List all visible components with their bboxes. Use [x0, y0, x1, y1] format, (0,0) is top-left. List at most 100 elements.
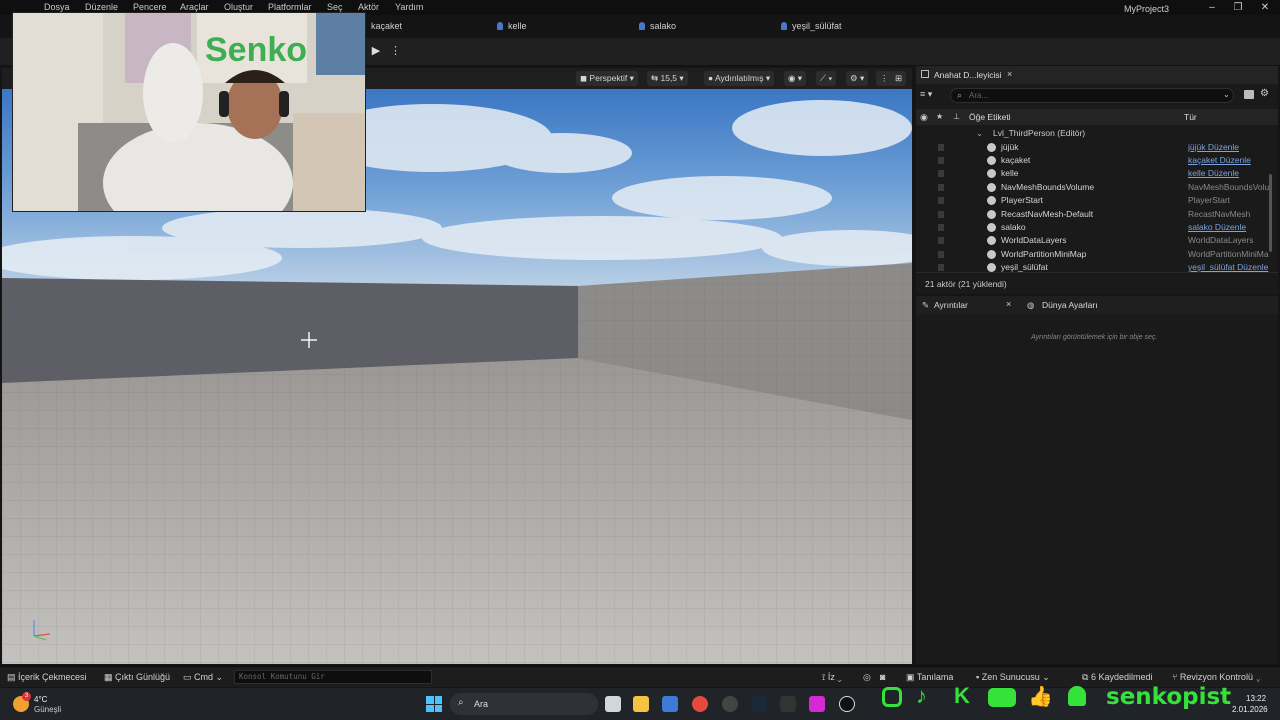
close-icon[interactable]: ✕ — [1258, 2, 1272, 14]
menu-select[interactable]: Seç — [327, 2, 343, 12]
outliner-row[interactable]: WorldPartitionMiniMap WorldPartitionMiniM… — [916, 248, 1278, 261]
console-command-input[interactable]: Konsol Komutunu Gir — [234, 670, 432, 684]
visibility-toggle-icon[interactable] — [938, 170, 944, 178]
tab-user-salako[interactable]: salako — [639, 21, 676, 31]
menu-tools[interactable]: Araçlar — [180, 2, 209, 12]
steam-icon[interactable] — [751, 696, 767, 712]
camera-icon[interactable]: ◙ — [880, 672, 885, 682]
transform-tool-icon[interactable]: ⟋ ▾ — [816, 71, 837, 86]
cmd-dropdown[interactable]: ▭ Cmd ⌄ — [183, 672, 223, 683]
chrome-icon[interactable] — [692, 696, 708, 712]
epic-games-icon[interactable] — [780, 696, 796, 712]
store-icon[interactable] — [662, 696, 678, 712]
zen-server-button[interactable]: ▪ Zen Sunucusu ⌄ — [976, 672, 1050, 683]
outliner-row[interactable]: NavMeshBoundsVolume NavMeshBoundsVolu — [916, 181, 1278, 194]
perspective-dropdown[interactable]: ◼ Perspektif ▾ — [576, 71, 638, 86]
search-dropdown-icon[interactable]: ⌄ — [1223, 90, 1230, 99]
outliner-tab[interactable]: Anahat D...leyicisi × — [916, 66, 1278, 84]
outliner-row[interactable]: PlayerStart PlayerStart — [916, 194, 1278, 207]
outliner-row[interactable]: salako salako Düzenle — [916, 221, 1278, 234]
visibility-toggle-icon[interactable] — [938, 237, 944, 245]
outliner-row-label: WorldDataLayers — [1001, 235, 1067, 246]
settings-gear-icon[interactable]: ⚙ ▾ — [846, 71, 869, 86]
webcam-overlay: Senko — [12, 12, 366, 212]
outliner-row[interactable]: WorldDataLayers WorldDataLayers — [916, 234, 1278, 247]
tab-details[interactable]: Ayrıntılar — [934, 300, 968, 310]
play-button[interactable]: ▶ — [366, 44, 386, 58]
favorite-star-icon[interactable]: ★ — [936, 112, 943, 121]
level-row[interactable]: ⌄ Lvl_ThirdPerson (Editör) — [916, 127, 1278, 140]
menu-help[interactable]: Yardım — [395, 2, 423, 12]
edit-blueprint-link[interactable]: kelle Düzenle — [1188, 167, 1274, 180]
layout-grid-icon[interactable]: ⊞ — [891, 71, 907, 86]
lighting-dropdown[interactable]: ● Aydınlatılmış ▾ — [704, 71, 775, 86]
unsaved-button[interactable]: ⧉ 6 Kaydedilmedi — [1082, 672, 1152, 683]
show-eye-icon[interactable]: ◉ ▾ — [784, 71, 807, 86]
tab-world-settings[interactable]: Dünya Ayarları — [1042, 300, 1098, 310]
visibility-toggle-icon[interactable] — [938, 264, 944, 272]
actor-icon — [987, 209, 996, 219]
thumbs-up-icon: 👍 — [1028, 686, 1053, 708]
visibility-toggle-icon[interactable] — [938, 223, 944, 231]
outliner-row[interactable]: jüjük jüjük Düzenle — [916, 141, 1278, 154]
visibility-toggle-icon[interactable] — [938, 250, 944, 258]
app-icon[interactable] — [722, 696, 738, 712]
trace-dropdown[interactable]: ⟟ İz ⌄ — [822, 672, 842, 683]
unreal-engine-icon[interactable] — [839, 696, 855, 712]
expand-icon[interactable]: ⌄ — [976, 127, 983, 140]
maximize-icon[interactable]: ❐ — [1231, 2, 1245, 14]
output-log-button[interactable]: ▦ Çıktı Günlüğü — [104, 672, 170, 683]
visibility-toggle-icon[interactable] — [938, 183, 944, 191]
search-icon: ⌕ — [957, 90, 963, 100]
menu-window[interactable]: Pencere — [133, 2, 167, 12]
task-view-icon[interactable] — [605, 696, 621, 712]
file-explorer-icon[interactable] — [633, 696, 649, 712]
outliner-settings-icon[interactable]: ⚙ — [1260, 88, 1269, 99]
outliner-row[interactable]: RecastNavMesh-Default RecastNavMesh — [916, 208, 1278, 221]
visibility-toggle-icon[interactable] — [938, 197, 944, 205]
minimize-icon[interactable]: – — [1205, 2, 1219, 14]
close-tab-icon[interactable]: × — [1007, 69, 1012, 79]
outliner-row[interactable]: kelle kelle Düzenle — [916, 167, 1278, 180]
pin-icon[interactable]: ⊥ — [953, 112, 960, 121]
edit-blueprint-link[interactable]: kaçaket Düzenle — [1188, 154, 1274, 167]
taskbar-search[interactable]: ⌕ Ara — [450, 693, 598, 715]
column-type[interactable]: Tür — [1184, 112, 1197, 122]
filter-icon[interactable]: ≡ ▾ — [920, 89, 932, 100]
outliner-row[interactable]: kaçaket kaçaket Düzenle — [916, 154, 1278, 167]
outliner-search-placeholder: Ara... — [969, 91, 989, 100]
trace-label: İz — [827, 672, 835, 682]
fov-dropdown[interactable]: ⇆ 15,5 ▾ — [647, 71, 688, 86]
more-options-icon[interactable]: ⋮ — [390, 43, 401, 59]
windows-start-icon[interactable] — [426, 696, 442, 712]
content-drawer-button[interactable]: ▤ İçerik Çekmecesi — [7, 672, 87, 683]
app-purple-icon[interactable] — [809, 696, 825, 712]
taskbar-search-label: Ara — [474, 699, 489, 709]
details-empty-message: Ayrıntıları görüntülemek için bir obje s… — [1031, 334, 1158, 341]
menu-file[interactable]: Dosya — [44, 2, 70, 12]
tab-user-kacaket[interactable]: kaçaket — [371, 21, 402, 31]
add-folder-icon[interactable] — [1244, 90, 1254, 99]
close-details-icon[interactable]: × — [1006, 299, 1011, 309]
tab-user-kelle[interactable]: kelle — [497, 21, 527, 31]
diagnostics-button[interactable]: ▣ Tanılama — [906, 672, 953, 683]
tab-user-yesil[interactable]: yeşil_sülüfat — [781, 21, 842, 31]
edit-blueprint-link[interactable]: salako Düzenle — [1188, 221, 1274, 234]
visibility-toggle-icon[interactable] — [938, 143, 944, 151]
channel-name: senkopist — [1106, 684, 1232, 710]
visibility-toggle-icon[interactable] — [938, 210, 944, 218]
menu-actor[interactable]: Aktör — [358, 2, 379, 12]
revision-control-button[interactable]: ⑂ Revizyon Kontrolü ⌄ — [1172, 672, 1261, 682]
outliner-search-box[interactable]: ⌕ Ara... ⌄ — [950, 88, 1234, 103]
menu-build[interactable]: Oluştur — [224, 2, 253, 12]
visibility-eye-icon[interactable]: ◉ — [920, 112, 928, 123]
outliner-row-type: PlayerStart — [1188, 195, 1231, 206]
edit-blueprint-link[interactable]: jüjük Düzenle — [1188, 141, 1274, 154]
diagnostics-label: Tanılama — [916, 672, 954, 682]
visibility-toggle-icon[interactable] — [938, 156, 944, 164]
menu-platforms[interactable]: Platformlar — [268, 2, 312, 12]
column-label[interactable]: Öğe Etiketi — [969, 112, 1011, 122]
menu-edit[interactable]: Düzenle — [85, 2, 118, 12]
outliner-scrollbar[interactable] — [1269, 174, 1272, 252]
record-icon[interactable]: ◎ — [863, 672, 871, 683]
